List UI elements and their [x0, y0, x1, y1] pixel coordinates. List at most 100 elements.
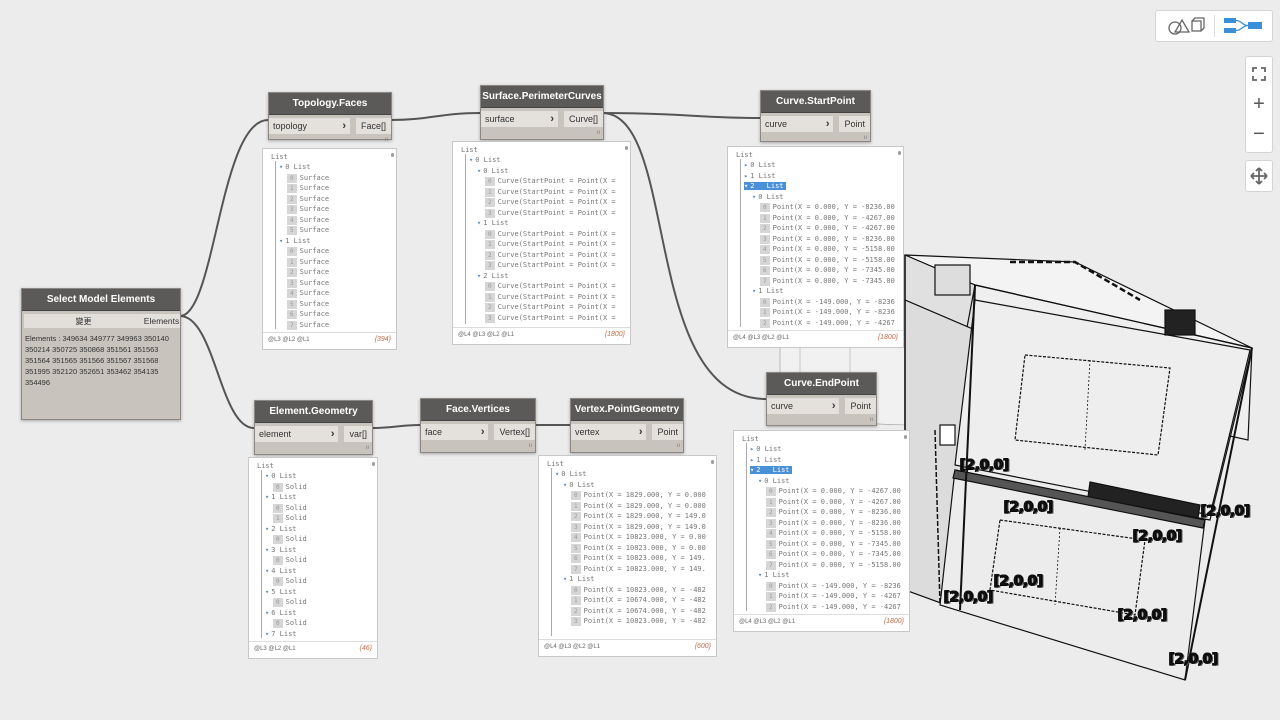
watch-preview-end-point[interactable]: List ▸ 0 List ▸ 1 List ▾ 2 List ▾ 0 List 0 Point(X…: [733, 430, 910, 632]
input-port-curve[interactable]: curve: [761, 116, 834, 132]
expand-arrow-icon[interactable]: ▾: [265, 609, 269, 617]
watch-list-node[interactable]: ▾ 1 List: [265, 493, 297, 502]
expand-arrow-icon[interactable]: ▾: [752, 193, 756, 201]
zoom-out-button[interactable]: −: [1246, 119, 1272, 149]
watch-preview-element-geometry[interactable]: List ▾ 0 List 0 Solid ▾ 1 List 0 Solid 1 Solid ▾ 2 L…: [248, 457, 378, 659]
pan-button[interactable]: [1246, 161, 1272, 191]
topology-faces-node[interactable]: Topology.Faces topology Face[] ıı: [268, 92, 392, 143]
output-port-curves[interactable]: Curve[]: [563, 111, 603, 127]
watch-list-node[interactable]: ▾ 0 List: [563, 481, 595, 490]
graph-view-button[interactable]: [1215, 11, 1273, 41]
watch-list-node[interactable]: ▾ 1 List: [279, 237, 311, 246]
expand-arrow-icon[interactable]: ▾: [469, 156, 473, 164]
input-port-curve[interactable]: curve: [767, 398, 840, 414]
output-port-var[interactable]: var[]: [344, 426, 372, 442]
expand-arrow-icon[interactable]: ▾: [265, 588, 269, 596]
expand-arrow-icon[interactable]: ▾: [265, 630, 269, 638]
watch-list-node[interactable]: ▸ 0 List: [750, 445, 782, 454]
expand-arrow-icon[interactable]: ▾: [265, 567, 269, 575]
expand-arrow-icon[interactable]: ▾: [265, 546, 269, 554]
collapse-arrow-icon[interactable]: ▸: [744, 161, 748, 169]
list-levels[interactable]: @L4 @L3 @L2 @L1: [739, 619, 795, 625]
scrollbar-thumb[interactable]: [711, 460, 714, 464]
collapse-arrow-icon[interactable]: ▸: [750, 456, 754, 464]
list-levels[interactable]: @L4 @L3 @L2 @L1: [458, 332, 514, 338]
input-port-surface[interactable]: surface: [481, 111, 558, 127]
scrollbar-thumb[interactable]: [898, 151, 901, 155]
watch-list-node[interactable]: ▾ 0 List: [555, 470, 587, 479]
select-model-elements-node[interactable]: Select Model Elements 變更 Elements Elemen…: [21, 288, 181, 420]
watch-list-node[interactable]: ▾ 5 List: [265, 588, 297, 597]
list-levels[interactable]: @L4 @L3 @L2 @L1: [733, 335, 789, 341]
zoom-in-button[interactable]: +: [1246, 89, 1272, 119]
output-port-point[interactable]: Point: [839, 116, 870, 132]
scrollbar-thumb[interactable]: [391, 153, 394, 157]
expand-arrow-icon[interactable]: ▾: [279, 237, 283, 245]
collapse-arrow-icon[interactable]: ▸: [744, 172, 748, 180]
output-port-faces[interactable]: Face[]: [355, 118, 391, 134]
watch-list-node[interactable]: ▸ 0 List: [744, 161, 776, 170]
watch-list-node[interactable]: ▾ 0 List: [477, 167, 509, 176]
expand-arrow-icon[interactable]: ▾: [555, 470, 559, 478]
surface-perimeter-curves-node[interactable]: Surface.PerimeterCurves surface Curve[] …: [480, 85, 604, 140]
watch-list-node[interactable]: ▸ 1 List: [750, 456, 782, 465]
scrollbar-thumb[interactable]: [625, 146, 628, 150]
watch-list-node[interactable]: ▾ 2 List: [750, 466, 792, 475]
output-port-point[interactable]: Point: [845, 398, 876, 414]
watch-list-node[interactable]: ▾ 0 List: [279, 163, 311, 172]
watch-preview-perimeter-curves[interactable]: List ▾ 0 List ▾ 0 List 0 Curve(StartPoint = Po…: [452, 141, 631, 345]
change-selection-button[interactable]: 變更: [24, 314, 143, 328]
collapse-arrow-icon[interactable]: ▸: [750, 445, 754, 453]
watch-list-node[interactable]: ▾ 1 List: [477, 219, 509, 228]
list-levels[interactable]: @L3 @L2 @L1: [268, 337, 310, 343]
expand-arrow-icon[interactable]: ▾: [752, 287, 756, 295]
watch-list-node[interactable]: ▾ 1 List: [758, 571, 790, 580]
expand-arrow-icon[interactable]: ▾: [563, 481, 567, 489]
list-levels[interactable]: @L3 @L2 @L1: [254, 646, 296, 652]
face-vertices-node[interactable]: Face.Vertices face Vertex[] ıı: [420, 398, 536, 453]
output-port-point[interactable]: Point: [652, 424, 683, 440]
input-port-element[interactable]: element: [255, 426, 339, 442]
watch-list-node[interactable]: ▾ 0 List: [265, 472, 297, 481]
expand-arrow-icon[interactable]: ▾: [758, 571, 762, 579]
expand-arrow-icon[interactable]: ▾: [265, 493, 269, 501]
geometry-view-button[interactable]: [1156, 11, 1214, 41]
watch-list-node[interactable]: ▾ 1 List: [563, 575, 595, 584]
output-port-elements[interactable]: Elements: [143, 314, 180, 328]
watch-preview-start-point[interactable]: List ▸ 0 List ▸ 1 List ▾ 2 List ▾ 0 List 0 Point(X…: [727, 146, 904, 348]
watch-list-node[interactable]: ▾ 2 List: [265, 525, 297, 534]
element-geometry-node[interactable]: Element.Geometry element var[] ıı: [254, 400, 373, 455]
expand-arrow-icon[interactable]: ▾: [758, 477, 762, 485]
watch-list-node[interactable]: ▾ 0 List: [752, 193, 784, 202]
watch-list-node[interactable]: ▸ 1 List: [744, 172, 776, 181]
vertex-point-geometry-node[interactable]: Vertex.PointGeometry vertex Point ıı: [570, 398, 684, 453]
watch-list-node[interactable]: ▾ 4 List: [265, 567, 297, 576]
watch-list-node[interactable]: ▾ 3 List: [265, 546, 297, 555]
fit-view-button[interactable]: [1246, 59, 1272, 89]
expand-arrow-icon[interactable]: ▾: [563, 575, 567, 583]
watch-list-node[interactable]: ▾ 1 List: [752, 287, 784, 296]
expand-arrow-icon[interactable]: ▾: [477, 167, 481, 175]
expand-arrow-icon[interactable]: ▾: [279, 163, 283, 171]
expand-arrow-icon[interactable]: ▾: [265, 472, 269, 480]
watch-preview-vertex-point[interactable]: List ▾ 0 List ▾ 0 List 0 Point(X = 1829.000, Y…: [538, 455, 717, 657]
watch-list-node[interactable]: ▾ 7 List: [265, 630, 297, 639]
watch-list-node[interactable]: ▾ 2 List: [744, 182, 786, 191]
watch-list-node[interactable]: ▾ 6 List: [265, 609, 297, 618]
input-port-topology[interactable]: topology: [269, 118, 350, 134]
curve-start-point-node[interactable]: Curve.StartPoint curve Point ıı: [760, 90, 871, 142]
watch-list-node[interactable]: ▾ 0 List: [469, 156, 501, 165]
list-levels[interactable]: @L4 @L3 @L2 @L1: [544, 644, 600, 650]
output-port-vertices[interactable]: Vertex[]: [494, 424, 535, 440]
scrollbar-thumb[interactable]: [372, 462, 375, 466]
expand-arrow-icon[interactable]: ▾: [265, 525, 269, 533]
watch-list-node[interactable]: ▾ 0 List: [758, 477, 790, 486]
curve-end-point-node[interactable]: Curve.EndPoint curve Point ıı: [766, 372, 877, 426]
input-port-vertex[interactable]: vertex: [571, 424, 647, 440]
expand-arrow-icon[interactable]: ▾: [477, 272, 481, 280]
watch-list-node[interactable]: ▾ 2 List: [477, 272, 509, 281]
expand-arrow-icon[interactable]: ▾: [477, 219, 481, 227]
scrollbar-thumb[interactable]: [904, 435, 907, 439]
watch-preview-faces[interactable]: List ▾ 0 List 0 Surface 1 Surface 2 Surface 3 Surf…: [262, 148, 397, 350]
input-port-face[interactable]: face: [421, 424, 489, 440]
